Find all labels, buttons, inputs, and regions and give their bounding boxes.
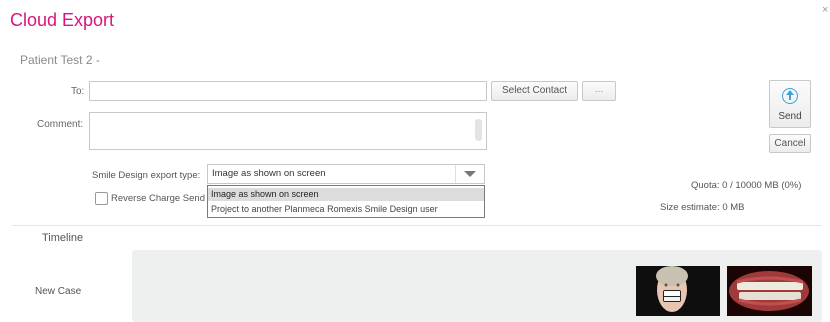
- patient-name: Patient Test 2 -: [20, 53, 100, 67]
- dialog-title: Cloud Export: [10, 10, 115, 30]
- chevron-down-icon[interactable]: [455, 165, 484, 183]
- cloud-upload-icon: [782, 88, 798, 104]
- quota-value: 0 / 10000 MB (0%): [722, 180, 802, 191]
- quota-label: Quota:: [691, 180, 720, 191]
- size-estimate-value: 0 MB: [722, 202, 745, 213]
- comment-label: Comment:: [37, 119, 84, 130]
- timeline-heading: Timeline: [42, 232, 84, 244]
- export-type-dropdown: Image as shown on screen Project to anot…: [207, 185, 485, 218]
- comment-scrollbar[interactable]: [475, 119, 482, 141]
- teeth-photo-thumbnail[interactable]: [727, 266, 812, 316]
- reverse-charge-checkbox[interactable]: [95, 192, 108, 205]
- export-type-label: Smile Design export type:: [92, 170, 201, 181]
- to-label: To:: [71, 86, 85, 97]
- export-type-value: Image as shown on screen: [212, 168, 326, 179]
- size-estimate-label: Size estimate:: [660, 202, 720, 213]
- select-contact-button[interactable]: Select Contact: [491, 81, 578, 101]
- send-label: Send: [778, 111, 802, 122]
- comment-field[interactable]: [89, 112, 487, 150]
- smile-photo-thumbnail[interactable]: [636, 266, 720, 316]
- export-type-select[interactable]: Image as shown on screen: [207, 164, 485, 184]
- cancel-button[interactable]: Cancel: [769, 134, 811, 153]
- dropdown-option-project[interactable]: Project to another Planmeca Romexis Smil…: [208, 203, 484, 216]
- divider: [12, 225, 822, 226]
- send-button[interactable]: Send: [769, 80, 811, 128]
- reverse-charge-label: Reverse Charge Send: [111, 193, 205, 204]
- case-label: New Case: [35, 286, 82, 297]
- dropdown-option-image[interactable]: Image as shown on screen: [208, 188, 484, 201]
- to-input[interactable]: [89, 81, 487, 101]
- more-button[interactable]: ...: [582, 81, 616, 101]
- close-icon[interactable]: ×: [822, 4, 828, 16]
